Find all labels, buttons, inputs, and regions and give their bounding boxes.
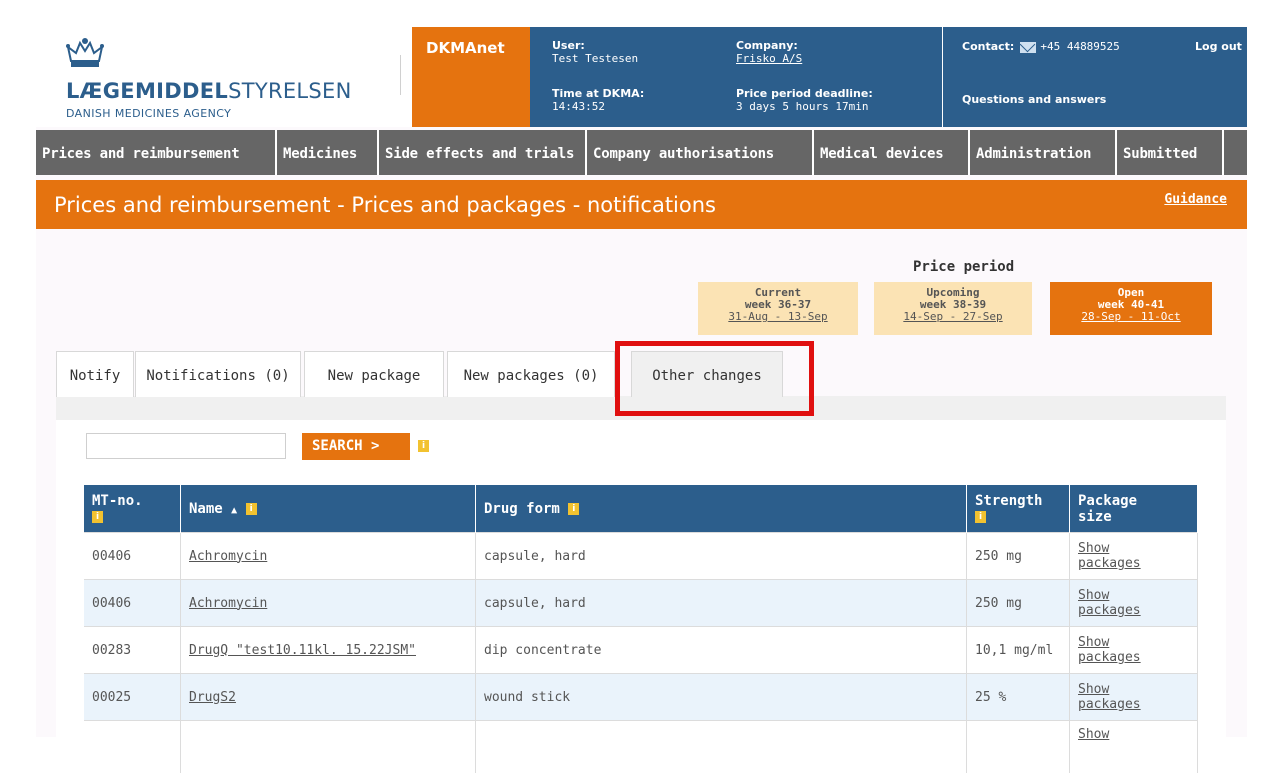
col-package-size: Packagesize [1070,485,1198,533]
info-icon[interactable]: i [568,503,579,515]
table-row: 00406 Achromycin capsule, hard 250 mg Sh… [84,580,1198,627]
cell-mt: 00406 [84,533,181,580]
logo[interactable]: LÆGEMIDDELSTYRELSEN DANISH MEDICINES AGE… [36,27,412,127]
info-icon[interactable]: i [246,503,257,515]
guidance-link[interactable]: Guidance [1164,192,1227,207]
cell-name: Achromycin [181,533,476,580]
price-period-upcoming[interactable]: Upcomingweek 38-3914-Sep - 27-Sep [874,282,1032,335]
cell-name: Achromycin [181,580,476,627]
tab-new-packages[interactable]: New packages (0) [447,351,615,397]
nav-submitted[interactable]: Submitted [1117,130,1224,175]
nav-prices[interactable]: Prices and reimbursement [36,130,277,175]
info-icon[interactable]: i [975,511,986,523]
cell-name [181,721,476,773]
show-packages-link[interactable]: Showpackages [1078,635,1141,665]
tab-notifications[interactable]: Notifications (0) [135,351,301,397]
user-info: User:Test Testesen [552,39,638,65]
cell-mt: 00283 [84,627,181,674]
info-icon[interactable]: i [92,511,103,523]
info-icon[interactable]: i [418,440,429,452]
divider [942,27,943,127]
price-period-current[interactable]: Currentweek 36-3731-Aug - 13-Sep [698,282,858,335]
cell-strength: 250 mg [967,580,1070,627]
main-nav: Prices and reimbursement Medicines Side … [36,130,1247,175]
divider [400,55,401,95]
cell-form: capsule, hard [476,533,967,580]
nav-administration[interactable]: Administration [970,130,1117,175]
logo-subtitle: DANISH MEDICINES AGENCY [66,107,231,120]
title-bar: Prices and reimbursement - Prices and pa… [36,180,1247,229]
nav-side-effects[interactable]: Side effects and trials [379,130,587,175]
cell-form: dip concentrate [476,627,967,674]
highlight-box [615,341,814,416]
drug-link[interactable]: Achromycin [189,549,267,564]
show-packages-link[interactable]: Showpackages [1078,541,1141,571]
drug-link[interactable]: Achromycin [189,596,267,611]
drug-link[interactable]: DrugQ "test10.11kl. 15.22JSM" [189,643,416,658]
drug-link[interactable]: DrugS2 [189,690,236,705]
cell-package: Show [1070,721,1198,773]
price-period-open[interactable]: Openweek 40-4128-Sep - 11-Oct [1050,282,1212,335]
table-row: 00025 DrugS2 wound stick 25 % Showpackag… [84,674,1198,721]
table-row: 00283 DrugQ "test10.11kl. 15.22JSM" dip … [84,627,1198,674]
dkmanet-badge: DKMAnet [412,27,530,127]
cell-form: capsule, hard [476,580,967,627]
nav-medicines[interactable]: Medicines [277,130,379,175]
search-input[interactable] [86,433,286,459]
crown-icon [64,37,106,71]
mail-icon[interactable] [1020,42,1036,53]
show-packages-link[interactable]: Showpackages [1078,588,1141,618]
cell-name: DrugS2 [181,674,476,721]
time-info: Time at DKMA:14:43:52 [552,87,644,113]
col-strength[interactable]: Strengthi [967,485,1070,533]
col-name[interactable]: Name ▲ i [181,485,476,533]
results-table: MT-no.i Name ▲ i Drug form i Strengthi P… [84,485,1198,773]
deadline-info: Price period deadline:3 days 5 hours 17m… [736,87,873,113]
price-period-title: Price period [913,259,1014,275]
search-button[interactable]: SEARCH > [302,433,410,460]
table-row: 00406 Achromycin capsule, hard 250 mg Sh… [84,533,1198,580]
cell-strength: 10,1 mg/ml [967,627,1070,674]
cell-package: Showpackages [1070,580,1198,627]
logo-text: LÆGEMIDDELSTYRELSEN [66,79,352,103]
cell-package: Showpackages [1070,674,1198,721]
cell-name: DrugQ "test10.11kl. 15.22JSM" [181,627,476,674]
header: LÆGEMIDDELSTYRELSEN DANISH MEDICINES AGE… [36,27,1247,127]
contact[interactable]: Contact:+45 44889525 [962,40,1120,53]
company-info: Company:Frisko A/S [736,39,802,65]
sort-up-icon: ▲ [231,505,237,516]
company-link[interactable]: Frisko A/S [736,52,802,65]
page-title: Prices and reimbursement - Prices and pa… [54,193,716,217]
cell-form: wound stick [476,674,967,721]
cell-package: Showpackages [1070,533,1198,580]
questions-link[interactable]: Questions and answers [962,93,1106,106]
nav-medical-devices[interactable]: Medical devices [814,130,970,175]
cell-mt: 00025 [84,674,181,721]
nav-company-authorisations[interactable]: Company authorisations [587,130,814,175]
cell-mt: 00406 [84,580,181,627]
tab-notify[interactable]: Notify [56,351,134,397]
col-mt-no[interactable]: MT-no.i [84,485,181,533]
cell-strength: 250 mg [967,533,1070,580]
show-packages-link[interactable]: Showpackages [1078,682,1141,712]
cell-strength [967,721,1070,773]
cell-strength: 25 % [967,674,1070,721]
tab-new-package[interactable]: New package [304,351,444,397]
page: LÆGEMIDDELSTYRELSEN DANISH MEDICINES AGE… [36,27,1247,737]
logout-link[interactable]: Log out [1195,40,1242,53]
show-packages-link[interactable]: Show [1078,727,1109,742]
table-row: Show [84,721,1198,773]
col-drug-form[interactable]: Drug form i [476,485,967,533]
cell-form [476,721,967,773]
table-header-row: MT-no.i Name ▲ i Drug form i Strengthi P… [84,485,1198,533]
cell-mt [84,721,181,773]
cell-package: Showpackages [1070,627,1198,674]
